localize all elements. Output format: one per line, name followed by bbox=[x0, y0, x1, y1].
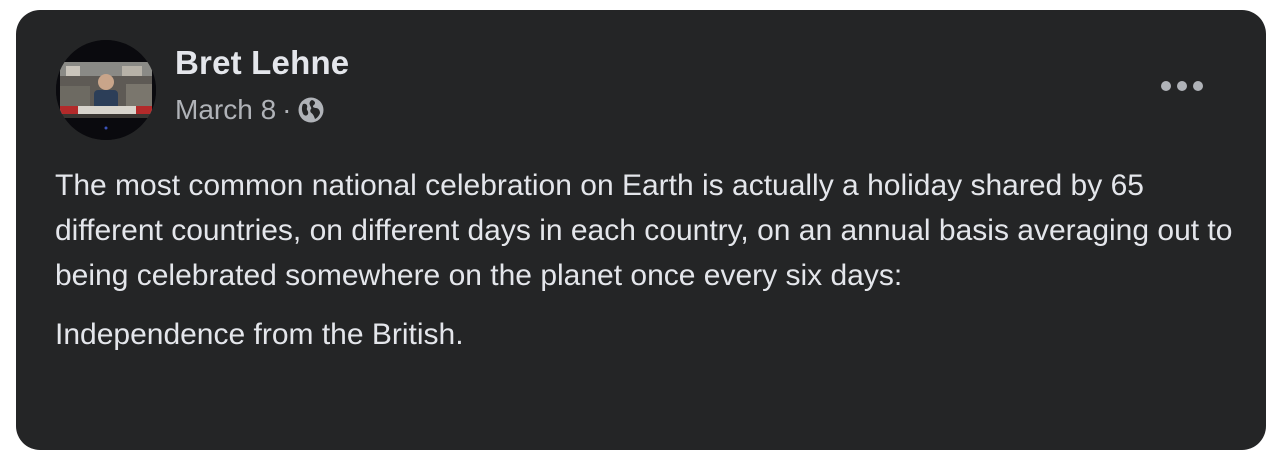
post-paragraph: The most common national celebration on … bbox=[55, 169, 1233, 292]
post-date[interactable]: March 8 bbox=[175, 94, 276, 126]
more-options-button[interactable] bbox=[1152, 66, 1212, 106]
post-text: The most common national celebration on … bbox=[55, 163, 1235, 371]
post-meta: March 8 · bbox=[175, 92, 325, 128]
post-card: Bret Lehne March 8 · The most common nat… bbox=[16, 10, 1266, 450]
meta-separator: · bbox=[282, 94, 292, 125]
author-name[interactable]: Bret Lehne bbox=[175, 44, 349, 82]
avatar-image bbox=[56, 40, 156, 140]
globe-icon[interactable] bbox=[297, 96, 325, 124]
more-options-icon bbox=[1161, 81, 1203, 91]
post-paragraph: Independence from the British. bbox=[55, 318, 464, 351]
avatar[interactable] bbox=[56, 40, 156, 140]
